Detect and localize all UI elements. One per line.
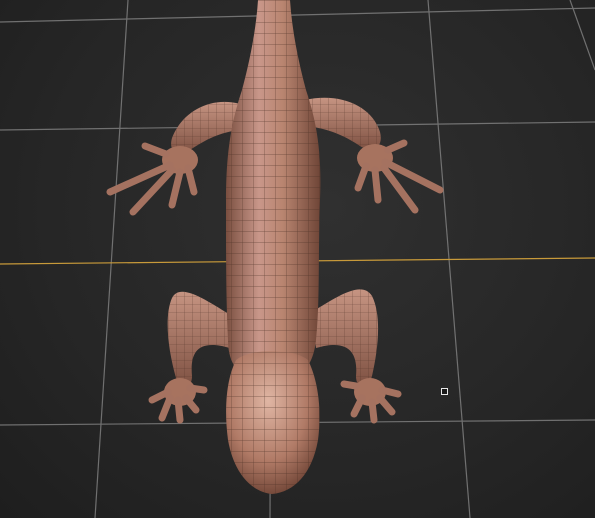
front-left-leg <box>106 101 240 216</box>
lizard-model[interactable] <box>106 0 444 494</box>
rear-right-leg <box>312 289 402 424</box>
viewport-scene <box>0 0 595 518</box>
rear-left-leg <box>148 291 232 424</box>
lizard-body <box>226 0 321 376</box>
transform-pivot-marker[interactable] <box>441 388 448 395</box>
3d-viewport[interactable] <box>0 0 595 518</box>
lizard-head <box>226 351 320 494</box>
front-right-leg <box>305 97 444 214</box>
